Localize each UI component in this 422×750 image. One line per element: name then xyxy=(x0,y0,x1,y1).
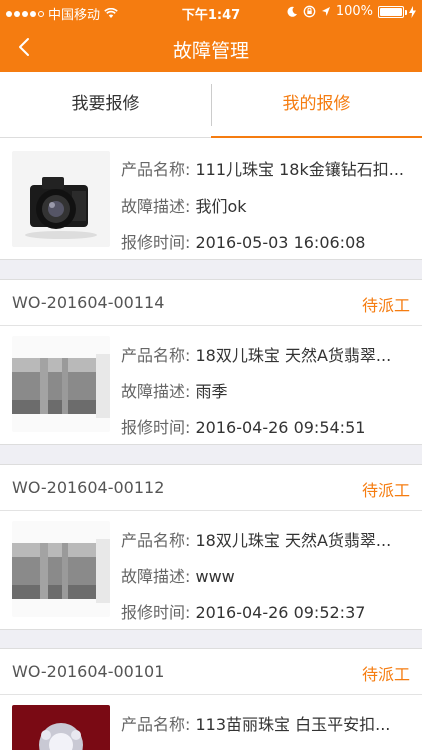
repair-card[interactable]: WO-201604-00112 待派工 产品名称: 18双儿珠宝 天然A货翡翠.… xyxy=(0,464,422,630)
work-order-number: WO-201604-00114 xyxy=(12,293,165,312)
charging-icon xyxy=(409,5,416,18)
fault-desc-row: 故障描述: 我们ok xyxy=(121,193,247,217)
product-name-value: 113苗丽珠宝 白玉平安扣... xyxy=(195,715,391,734)
work-order-number: WO-201604-00101 xyxy=(12,662,165,681)
repair-card[interactable]: 产品名称: 111儿珠宝 18k金镶钻石扣... 故障描述: 我们ok 报修时间… xyxy=(0,138,422,260)
fault-desc-value: 雨季 xyxy=(195,382,228,401)
product-name-label: 产品名称: xyxy=(121,715,191,734)
product-name-row: 产品名称: 18双儿珠宝 天然A货翡翠... xyxy=(121,527,391,551)
repair-time-value: 2016-05-03 16:06:08 xyxy=(195,233,366,252)
repair-time-row: 报修时间: 2016-05-03 16:06:08 xyxy=(121,229,365,253)
product-image-camera xyxy=(12,151,110,247)
product-image-lens xyxy=(12,336,110,432)
fault-desc-row: 故障描述: www xyxy=(121,563,235,587)
card-header: WO-201604-00114 待派工 xyxy=(0,280,422,326)
work-order-number: WO-201604-00112 xyxy=(12,478,165,497)
repair-time-label: 报修时间: xyxy=(121,603,191,622)
repair-time-row: 报修时间: 2016-04-26 09:54:51 xyxy=(121,414,365,438)
card-header: WO-201604-00112 待派工 xyxy=(0,465,422,511)
card-header: WO-201604-00101 待派工 xyxy=(0,649,422,695)
product-name-value: 18双儿珠宝 天然A货翡翠... xyxy=(195,531,392,550)
repair-card[interactable]: WO-201604-00114 待派工 产品名称: 18双儿珠宝 天然A货翡翠.… xyxy=(0,279,422,445)
repair-time-value: 2016-04-26 09:54:51 xyxy=(195,418,366,437)
product-name-row: 产品名称: 111儿珠宝 18k金镶钻石扣... xyxy=(121,156,404,180)
product-image-lens xyxy=(12,521,110,617)
tab-report-repair[interactable]: 我要报修 xyxy=(0,72,211,137)
product-name-row: 产品名称: 113苗丽珠宝 白玉平安扣... xyxy=(121,711,390,735)
tab-divider xyxy=(211,84,212,126)
repair-time-row: 报修时间: 2016-04-26 09:52:37 xyxy=(121,599,365,623)
moon-icon xyxy=(287,6,297,17)
status-badge: 待派工 xyxy=(361,296,410,315)
repair-card[interactable]: WO-201604-00101 待派工 产品名称: 113苗丽珠宝 白玉平安扣.… xyxy=(0,648,422,750)
status-badge: 待派工 xyxy=(361,481,410,500)
battery-icon xyxy=(378,5,407,18)
repair-time-label: 报修时间: xyxy=(121,418,191,437)
battery-percent: 100% xyxy=(335,4,373,19)
product-name-label: 产品名称: xyxy=(121,346,191,365)
location-icon xyxy=(321,7,330,16)
product-name-label: 产品名称: xyxy=(121,531,191,550)
tab-my-repairs[interactable]: 我的报修 xyxy=(211,72,422,138)
product-name-row: 产品名称: 18双儿珠宝 天然A货翡翠... xyxy=(121,342,391,366)
product-name-label: 产品名称: xyxy=(121,160,191,179)
fault-desc-row: 故障描述: 雨季 xyxy=(121,378,228,402)
status-right: 100% xyxy=(287,4,416,19)
fault-desc-label: 故障描述: xyxy=(121,197,191,216)
fault-desc-label: 故障描述: xyxy=(121,567,191,586)
fault-desc-label: 故障描述: xyxy=(121,382,191,401)
product-name-value: 18双儿珠宝 天然A货翡翠... xyxy=(195,346,392,365)
status-badge: 待派工 xyxy=(361,665,410,684)
fault-desc-value: www xyxy=(195,567,235,586)
repair-time-label: 报修时间: xyxy=(121,233,191,252)
fault-desc-value: 我们ok xyxy=(195,197,247,216)
status-bar: 中国移动 下午1:47 100% xyxy=(0,0,422,24)
product-image-jewelry xyxy=(12,705,110,750)
rotation-lock-icon xyxy=(303,5,316,18)
repair-time-value: 2016-04-26 09:52:37 xyxy=(195,603,366,622)
product-name-value: 111儿珠宝 18k金镶钻石扣... xyxy=(195,160,405,179)
nav-bar: 故障管理 xyxy=(0,24,422,72)
page-title: 故障管理 xyxy=(172,40,249,62)
